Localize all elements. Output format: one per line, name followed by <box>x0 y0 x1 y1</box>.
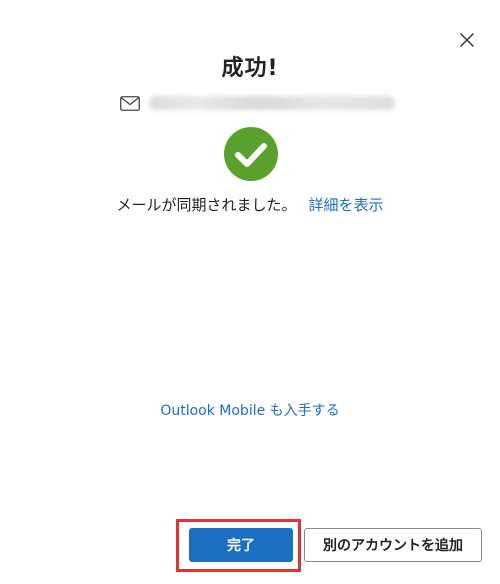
get-outlook-mobile-link[interactable]: Outlook Mobile も入手する <box>0 400 500 420</box>
close-button[interactable] <box>455 28 479 52</box>
mail-icon <box>120 95 140 111</box>
checkmark-circle-icon <box>224 127 278 181</box>
add-another-account-button[interactable]: 別のアカウントを追加 <box>304 528 482 562</box>
close-icon <box>460 33 474 47</box>
sync-status-row: メールが同期されました。 詳細を表示 <box>0 194 500 215</box>
show-details-link[interactable]: 詳細を表示 <box>309 196 384 214</box>
sync-success-dialog: 成功! メールが同期されました。 詳細を表示 Outlook Mobile も入手… <box>0 0 500 584</box>
sync-status-message: メールが同期されました。 <box>116 196 297 214</box>
dialog-title: 成功! <box>221 56 279 81</box>
done-button[interactable]: 完了 <box>189 528 293 562</box>
account-email-row <box>120 92 395 114</box>
redacted-email-address <box>149 96 395 110</box>
